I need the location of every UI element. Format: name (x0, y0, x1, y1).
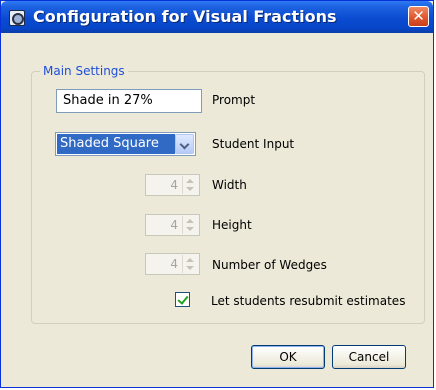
wedges-spinner: 4 (145, 253, 200, 275)
cancel-button[interactable]: Cancel (332, 345, 406, 369)
ok-button[interactable]: OK (251, 345, 325, 369)
resubmit-checkbox[interactable] (175, 292, 190, 307)
width-spin-arrows (182, 176, 198, 194)
prompt-input[interactable]: Shade in 27% (56, 89, 202, 113)
wedges-label: Number of Wedges (212, 258, 327, 272)
spin-down-icon (186, 187, 194, 191)
chevron-down-icon[interactable] (175, 134, 194, 154)
wedges-spin-arrows (182, 255, 198, 273)
student-input-select[interactable]: Shaded Square (55, 132, 196, 156)
prompt-label: Prompt (212, 93, 256, 107)
spin-down-icon (186, 266, 194, 270)
height-spinner: 4 (145, 214, 200, 236)
width-value: 4 (170, 178, 178, 192)
main-settings-label: Main Settings (40, 64, 128, 78)
height-spin-arrows (182, 216, 198, 234)
spin-down-icon (186, 227, 194, 231)
wedges-value: 4 (170, 257, 178, 271)
spin-up-icon (186, 258, 194, 262)
resubmit-label[interactable]: Let students resubmit estimates (211, 294, 405, 308)
app-icon (9, 10, 25, 26)
close-button[interactable]: ✕ (408, 6, 429, 27)
student-input-selected: Shaded Square (57, 134, 175, 154)
spin-up-icon (186, 179, 194, 183)
height-value: 4 (170, 218, 178, 232)
width-label: Width (212, 178, 247, 192)
height-label: Height (212, 218, 252, 232)
width-spinner: 4 (145, 174, 200, 196)
window-title: Configuration for Visual Fractions (33, 7, 337, 26)
spin-up-icon (186, 219, 194, 223)
student-input-label: Student Input (212, 137, 295, 151)
title-bar[interactable]: Configuration for Visual Fractions ✕ (1, 1, 433, 33)
